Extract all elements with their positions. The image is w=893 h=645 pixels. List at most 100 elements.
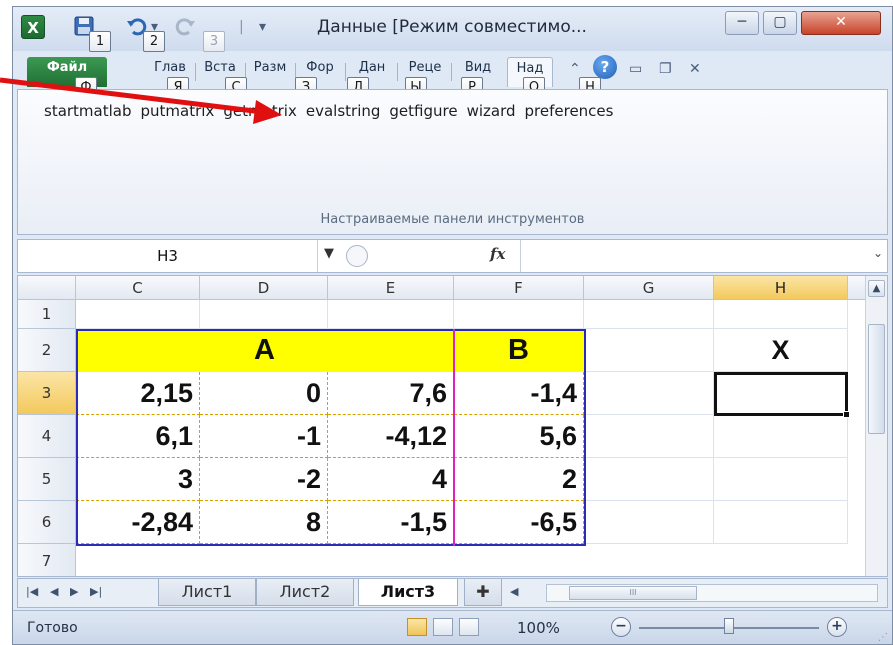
getmatrix-button[interactable]: getmatrix [223, 102, 297, 120]
row-header-7[interactable]: 7 [18, 544, 76, 576]
evalstring-button[interactable]: evalstring [306, 102, 381, 120]
doc-close-icon[interactable]: ✕ [689, 61, 701, 77]
vertical-scroll-thumb[interactable] [868, 324, 885, 434]
expand-formula-bar-icon[interactable]: ⌄ [873, 246, 883, 260]
zoom-in-icon[interactable]: + [827, 617, 847, 637]
cell-f1[interactable] [454, 300, 584, 329]
customize-qa-icon[interactable]: ▾ [259, 19, 266, 35]
prev-sheet-icon[interactable]: ◀ [50, 585, 58, 598]
vector-x-header[interactable]: X [714, 329, 848, 372]
cell-e6[interactable]: -1,5 [328, 501, 454, 544]
matrix-a-header[interactable]: A [76, 329, 454, 372]
minimize-button[interactable]: ─ [725, 11, 759, 35]
horizontal-scroll-thumb[interactable]: III [569, 586, 697, 600]
cell-f5[interactable]: 2 [454, 458, 584, 501]
startmatlab-button[interactable]: startmatlab [44, 102, 132, 120]
row-header-5[interactable]: 5 [18, 458, 76, 501]
row-header-3[interactable]: 3 [18, 372, 76, 415]
tab-split-icon[interactable]: ◀ [510, 585, 518, 598]
active-cell-h3[interactable] [714, 372, 848, 416]
cell-g2[interactable] [584, 329, 714, 372]
redo-icon[interactable] [175, 15, 197, 37]
column-header-f[interactable]: F [454, 276, 584, 300]
cell-g6[interactable] [584, 501, 714, 544]
row-header-6[interactable]: 6 [18, 501, 76, 544]
cell-f4[interactable]: 5,6 [454, 415, 584, 458]
sheet-tab-1[interactable]: Лист1 [158, 579, 256, 606]
cell-g5[interactable] [584, 458, 714, 501]
page-break-view-icon[interactable] [459, 618, 479, 636]
cell-e1[interactable] [328, 300, 454, 329]
doc-restore-icon[interactable]: ❐ [659, 61, 672, 77]
insert-sheet-icon[interactable]: ✚ [464, 579, 502, 606]
ribbon-tabs: Файл Глав Вста Разм Фор Дан Реце Вид Над… [13, 51, 892, 98]
formula-cancel-icon[interactable] [346, 245, 368, 267]
cell-d6[interactable]: 8 [200, 501, 328, 544]
sheet-tab-2[interactable]: Лист2 [256, 579, 354, 606]
insert-function-icon[interactable]: fx [490, 245, 505, 263]
cell-d3[interactable]: 0 [200, 372, 328, 415]
cell-g3[interactable] [584, 372, 714, 415]
cell-c6[interactable]: -2,84 [76, 501, 200, 544]
matrix-separator-line [453, 329, 455, 546]
help-icon[interactable]: ? [593, 55, 617, 79]
cell-h1[interactable] [714, 300, 848, 329]
horizontal-scrollbar[interactable]: III [546, 584, 878, 602]
cell-c3[interactable]: 2,15 [76, 372, 200, 415]
normal-view-icon[interactable] [407, 618, 427, 636]
cell-f3[interactable]: -1,4 [454, 372, 584, 415]
cell-h6[interactable] [714, 501, 848, 544]
preferences-button[interactable]: preferences [525, 102, 614, 120]
column-header-e[interactable]: E [328, 276, 454, 300]
resize-grip-icon[interactable]: ⋰ [878, 632, 888, 643]
zoom-slider-thumb[interactable] [724, 618, 734, 634]
fill-handle[interactable] [843, 411, 850, 418]
cell-g4[interactable] [584, 415, 714, 458]
cell-g1[interactable] [584, 300, 714, 329]
name-box[interactable]: H3 [18, 240, 318, 272]
getfigure-button[interactable]: getfigure [389, 102, 457, 120]
zoom-out-icon[interactable]: − [611, 617, 631, 637]
column-header-c[interactable]: C [76, 276, 200, 300]
excel-logo-icon[interactable]: X [21, 15, 45, 39]
cell-d1[interactable] [200, 300, 328, 329]
formula-input[interactable] [520, 240, 868, 272]
tab-page-layout[interactable]: Разм [247, 57, 293, 87]
cell-e4[interactable]: -4,12 [328, 415, 454, 458]
cell-d5[interactable]: -2 [200, 458, 328, 501]
cell-c4[interactable]: 6,1 [76, 415, 200, 458]
cell-h5[interactable] [714, 458, 848, 501]
select-all-corner[interactable] [18, 276, 76, 300]
row-header-4[interactable]: 4 [18, 415, 76, 458]
cell-c1[interactable] [76, 300, 200, 329]
row-header-2[interactable]: 2 [18, 329, 76, 372]
cell-e3[interactable]: 7,6 [328, 372, 454, 415]
name-box-dropdown-icon[interactable]: ▼ [324, 246, 334, 261]
cell-d4[interactable]: -1 [200, 415, 328, 458]
putmatrix-button[interactable]: putmatrix [141, 102, 215, 120]
title-bar: X 1 ▾ 2 3 | ▾ Данные [Режим совместимо..… [13, 7, 892, 52]
vector-b-header[interactable]: B [454, 329, 584, 372]
first-sheet-icon[interactable]: |◀ [26, 585, 38, 598]
ribbon-panel: startmatlab putmatrix getmatrix evalstring g… [17, 89, 888, 235]
cell-h4[interactable] [714, 415, 848, 458]
collapse-ribbon-icon[interactable]: ⌃ [569, 61, 581, 77]
maximize-button[interactable]: ▢ [763, 11, 797, 35]
next-sheet-icon[interactable]: ▶ [70, 585, 78, 598]
vertical-scrollbar[interactable]: ▲ [865, 276, 887, 576]
close-button[interactable]: ✕ [801, 11, 881, 35]
page-layout-view-icon[interactable] [433, 618, 453, 636]
column-header-g[interactable]: G [584, 276, 714, 300]
sheet-tab-3[interactable]: Лист3 [358, 579, 458, 606]
column-header-d[interactable]: D [200, 276, 328, 300]
wizard-button[interactable]: wizard [467, 102, 516, 120]
cell-e5[interactable]: 4 [328, 458, 454, 501]
row-header-1[interactable]: 1 [18, 300, 76, 329]
doc-minimize-icon[interactable]: ▭ [629, 61, 642, 77]
cell-f6[interactable]: -6,5 [454, 501, 584, 544]
last-sheet-icon[interactable]: ▶| [90, 585, 102, 598]
zoom-level[interactable]: 100% [517, 619, 560, 637]
scroll-up-icon[interactable]: ▲ [868, 280, 885, 297]
cell-c5[interactable]: 3 [76, 458, 200, 501]
column-header-h[interactable]: H [714, 276, 848, 300]
